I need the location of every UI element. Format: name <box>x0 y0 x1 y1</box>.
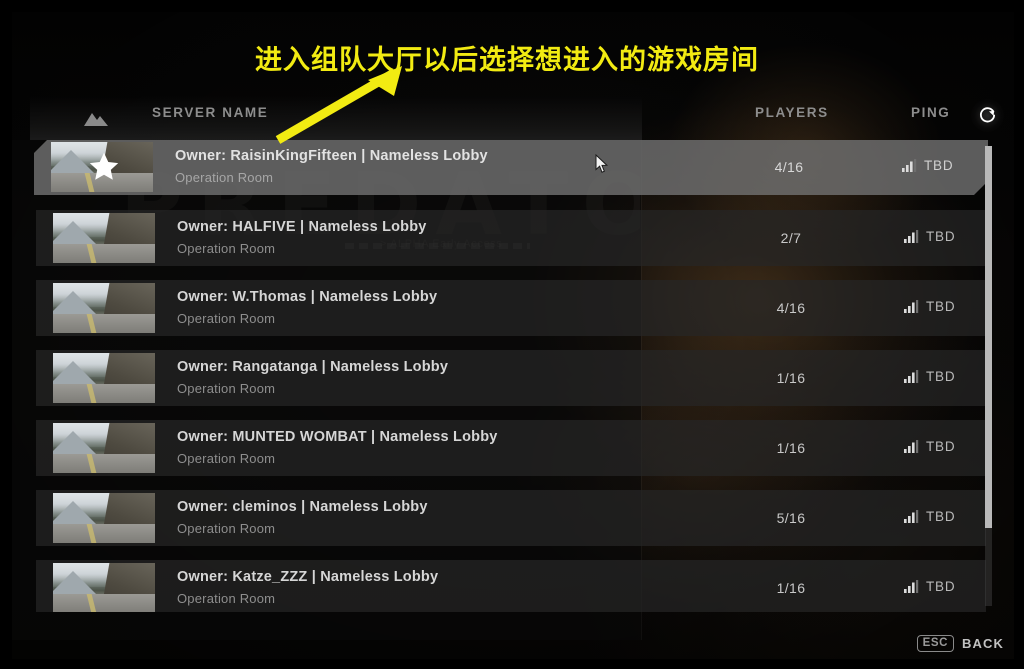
server-row[interactable]: Owner: MUNTED WOMBAT | Nameless Lobby Ope… <box>36 420 986 476</box>
scrollbar-thumb[interactable] <box>985 146 992 528</box>
server-row-ping: TBD <box>904 299 955 314</box>
frame-edge-left <box>0 0 12 669</box>
server-row-players: 5/16 <box>776 510 806 526</box>
signal-bars-icon <box>904 370 919 383</box>
server-row[interactable]: Owner: HALFIVE | Nameless Lobby Operation… <box>36 210 986 266</box>
server-thumbnail <box>53 213 155 263</box>
server-row-ping-label: TBD <box>926 579 956 594</box>
server-row-ping-label: TBD <box>926 439 956 454</box>
server-row-ping: TBD <box>902 158 953 173</box>
server-row[interactable]: Owner: W.Thomas | Nameless Lobby Operatio… <box>36 280 986 336</box>
server-row-ping-label: TBD <box>924 158 954 173</box>
server-row-ping: TBD <box>904 369 955 384</box>
server-row-title: Owner: Rangatanga | Nameless Lobby <box>177 359 449 375</box>
game-server-browser-screen: PREDATOR > ALPHA Early Access SERVER NAM… <box>0 0 1024 669</box>
column-header-server-name[interactable]: SERVER NAME <box>152 105 268 120</box>
server-row-ping-label: TBD <box>926 299 956 314</box>
back-button[interactable]: ESC BACK <box>916 634 1004 652</box>
server-row-players: 1/16 <box>776 370 806 386</box>
server-thumbnail <box>53 283 155 333</box>
scrollbar-track[interactable] <box>985 146 992 606</box>
server-row-ping-label: TBD <box>926 229 956 244</box>
server-row[interactable]: Owner: cleminos | Nameless Lobby Operatio… <box>36 490 986 546</box>
frame-edge-bottom <box>0 659 1024 669</box>
server-list[interactable]: Owner: RaisinKingFifteen | Nameless Lobb… <box>12 140 1012 612</box>
server-thumbnail <box>53 563 155 612</box>
server-row-title: Owner: cleminos | Nameless Lobby <box>177 499 428 515</box>
server-row-ping: TBD <box>904 579 955 594</box>
server-row-players: 4/16 <box>774 159 804 175</box>
frame-edge-right <box>1014 0 1024 669</box>
signal-bars-icon <box>904 510 919 523</box>
signal-bars-icon <box>904 580 919 593</box>
server-row-subtitle: Operation Room <box>177 521 276 536</box>
server-row-title: Owner: Katze_ZZZ | Nameless Lobby <box>177 569 439 585</box>
signal-bars-icon <box>904 230 919 243</box>
server-row-ping: TBD <box>904 439 955 454</box>
column-header-ping[interactable]: PING <box>911 105 950 120</box>
server-row-subtitle: Operation Room <box>177 311 276 326</box>
server-row-title: Owner: MUNTED WOMBAT | Nameless Lobby <box>177 429 498 445</box>
server-thumbnail <box>53 423 155 473</box>
refresh-icon[interactable] <box>971 99 1004 132</box>
server-thumbnail <box>53 353 155 403</box>
back-button-label: BACK <box>962 635 1004 651</box>
server-row-players: 1/16 <box>776 440 806 456</box>
server-row-subtitle: Operation Room <box>177 381 276 396</box>
server-row-subtitle: Operation Room <box>177 591 276 606</box>
server-row-players: 4/16 <box>776 300 806 316</box>
server-row-subtitle: Operation Room <box>175 170 274 185</box>
server-list-header: SERVER NAME <box>30 96 642 140</box>
server-row[interactable]: Owner: Katze_ZZZ | Nameless Lobby Operati… <box>36 560 986 612</box>
signal-bars-icon <box>902 159 917 172</box>
server-row-ping-label: TBD <box>926 509 956 524</box>
server-row-subtitle: Operation Room <box>177 451 276 466</box>
favorite-star-icon[interactable] <box>89 152 119 181</box>
column-header-players[interactable]: PLAYERS <box>755 105 829 120</box>
annotation-text: 进入组队大厅以后选择想进入的游戏房间 <box>255 45 759 76</box>
server-row[interactable]: Owner: RaisinKingFifteen | Nameless Lobb… <box>34 140 988 195</box>
server-row-title: Owner: W.Thomas | Nameless Lobby <box>177 289 438 305</box>
frame-edge-top <box>0 0 1024 12</box>
server-thumbnail <box>53 493 155 543</box>
server-row-players: 2/7 <box>780 230 802 246</box>
esc-key-badge: ESC <box>916 634 955 652</box>
signal-bars-icon <box>904 300 919 313</box>
server-row-players: 1/16 <box>776 580 806 596</box>
server-row-ping-label: TBD <box>926 369 956 384</box>
server-row[interactable]: Owner: Rangatanga | Nameless Lobby Operat… <box>36 350 986 406</box>
server-row-subtitle: Operation Room <box>177 241 276 256</box>
server-row-title: Owner: HALFIVE | Nameless Lobby <box>177 219 427 235</box>
server-row-ping: TBD <box>904 509 955 524</box>
mountain-thumbnail-icon <box>82 108 110 128</box>
server-row-title: Owner: RaisinKingFifteen | Nameless Lobb… <box>175 148 488 164</box>
server-row-ping: TBD <box>904 229 955 244</box>
signal-bars-icon <box>904 440 919 453</box>
